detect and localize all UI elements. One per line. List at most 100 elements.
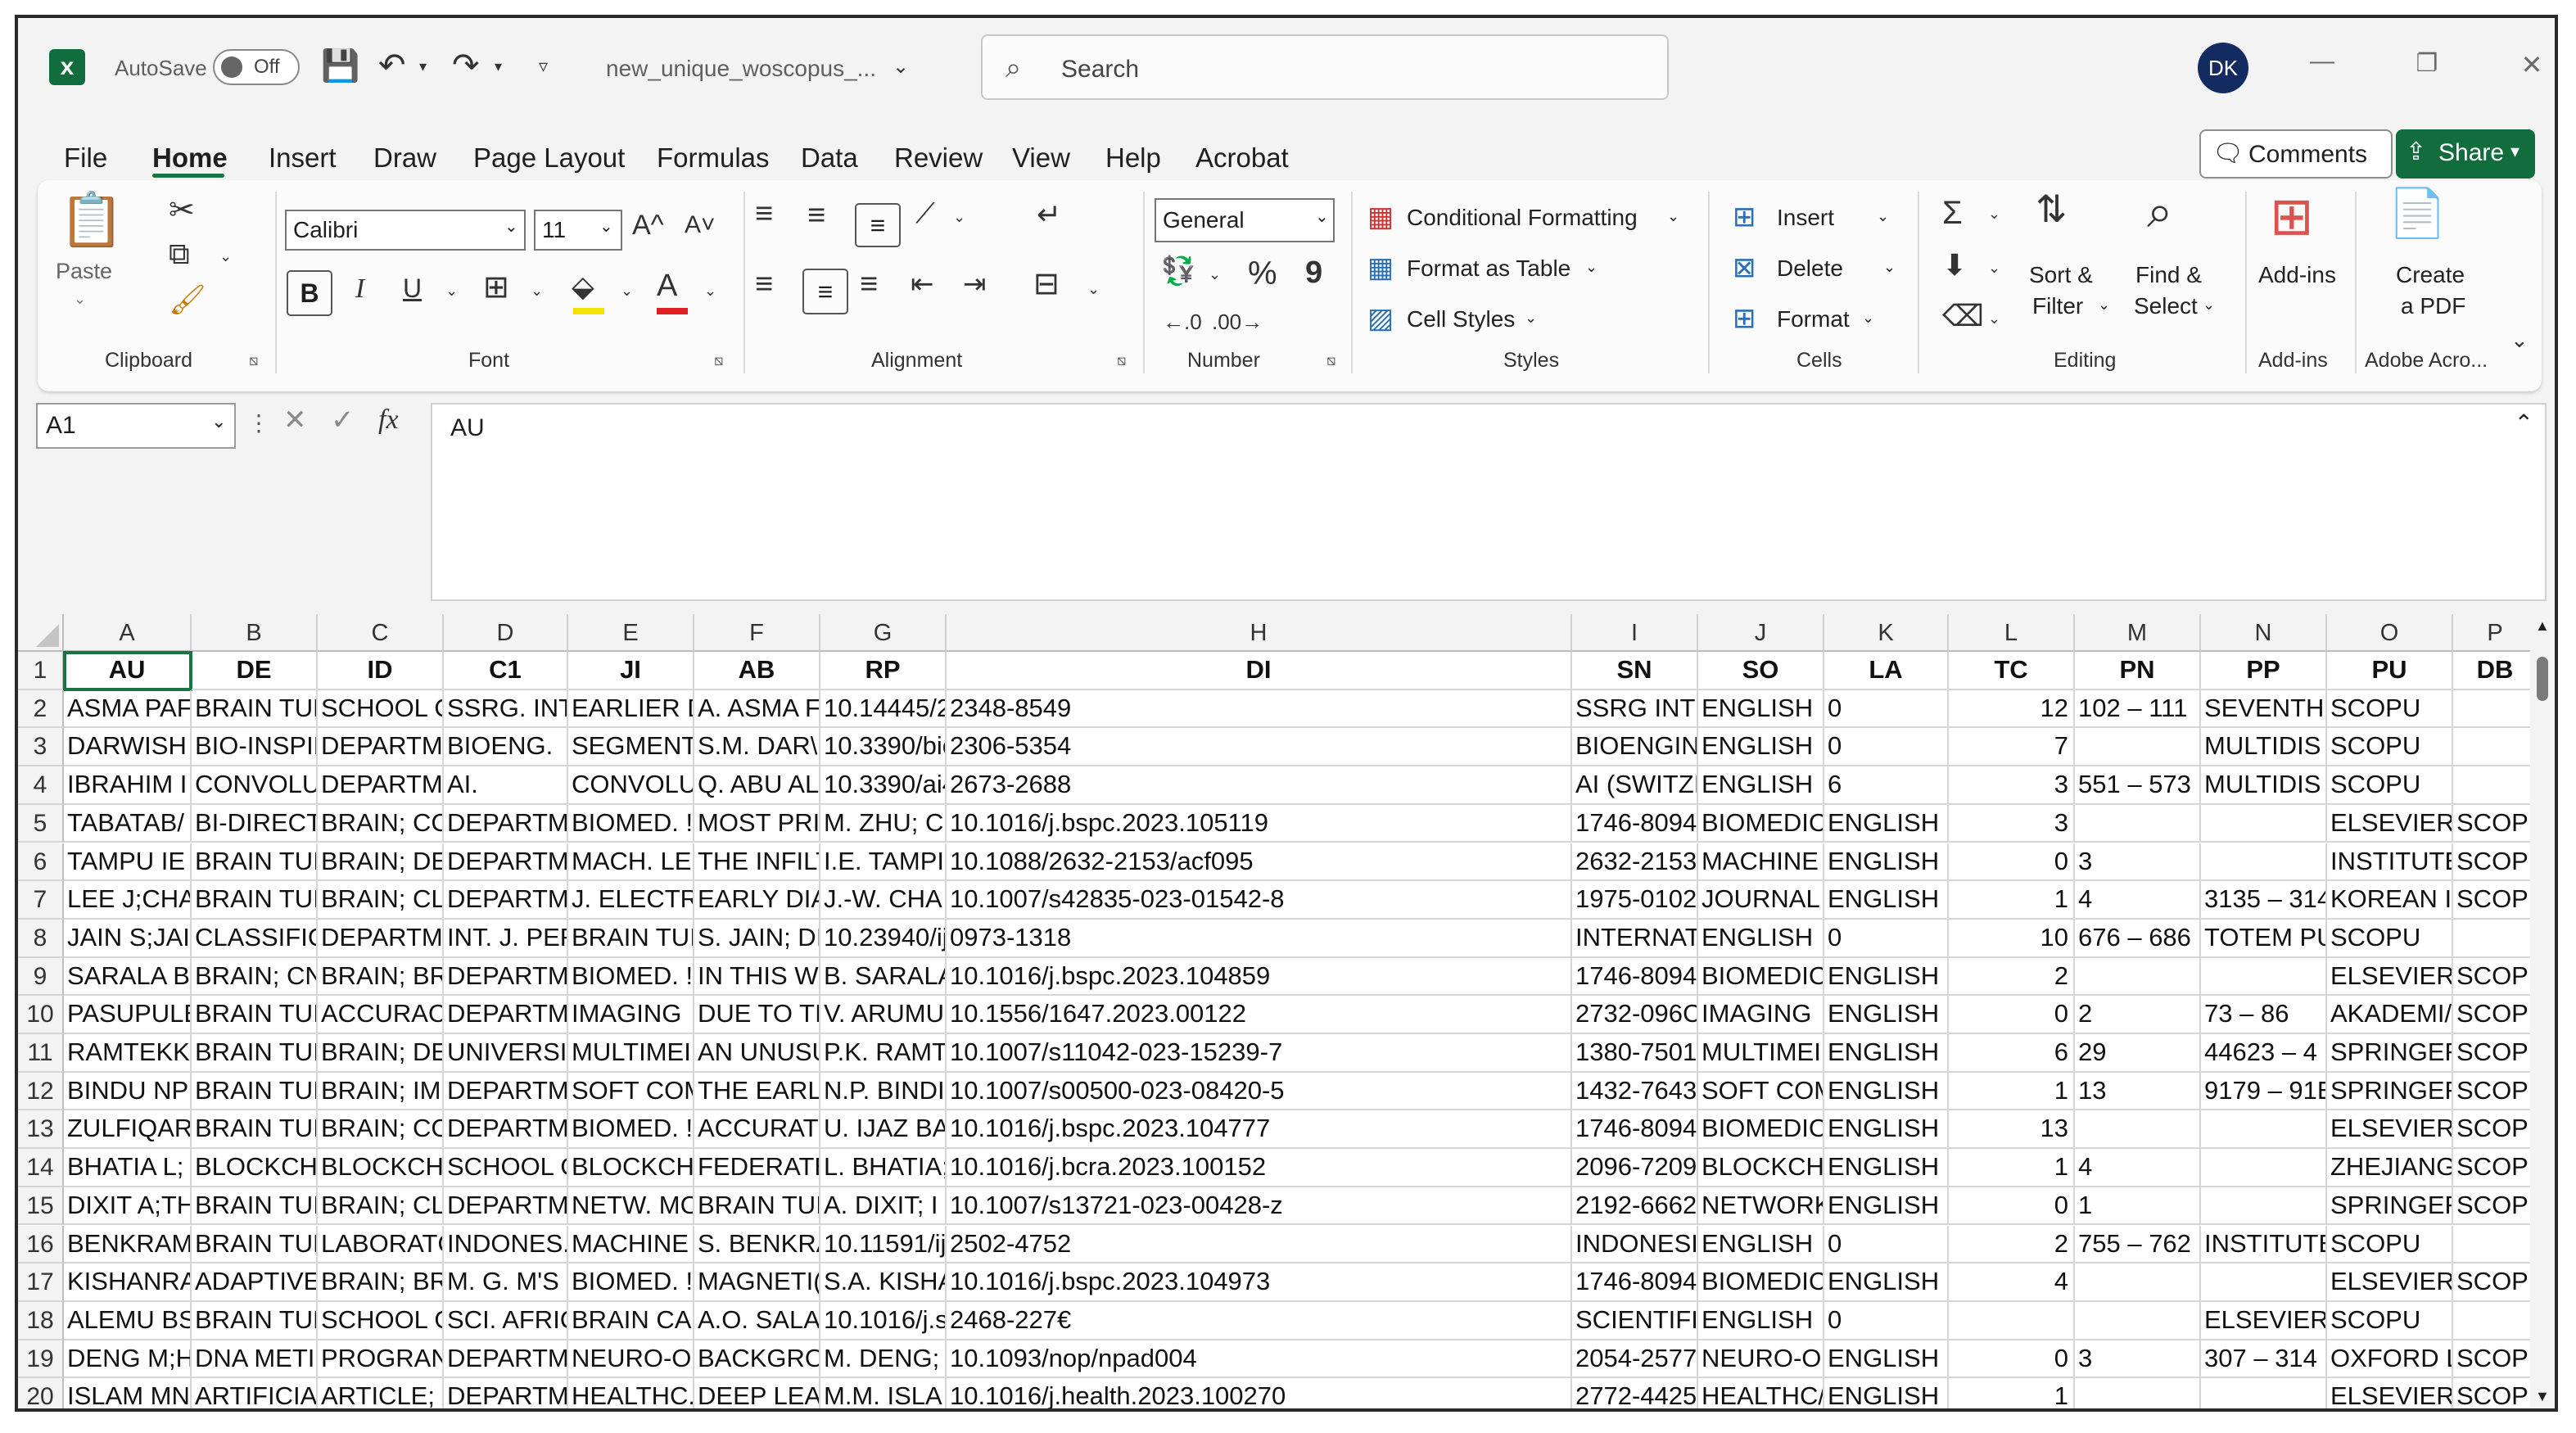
borders-icon[interactable]: ⊞	[483, 272, 509, 303]
shrink-font-icon[interactable]: A˅	[685, 213, 716, 237]
table-cell[interactable]: 6	[1949, 1034, 2075, 1073]
clear-icon[interactable]: ⌫	[1942, 301, 1984, 331]
table-cell[interactable]: CONVOLUTIONAL NE	[192, 766, 318, 805]
column-header-h[interactable]: H	[947, 614, 1572, 652]
table-cell[interactable]: DEEP LEAF	[694, 1378, 820, 1408]
table-cell[interactable]: DEPARTM	[318, 919, 444, 958]
insert-cells-button[interactable]: Insert	[1777, 205, 1834, 231]
comments-button[interactable]: 🗨 Comments	[2199, 129, 2393, 179]
merge-dropdown-icon[interactable]: ⌄	[1087, 282, 1100, 296]
table-cell[interactable]: 12	[1949, 689, 2075, 729]
table-cell[interactable]: DEPARTM	[444, 804, 568, 843]
percent-style-icon[interactable]: %	[1248, 257, 1277, 290]
filename-chevron-icon[interactable]: ⌄	[893, 57, 909, 77]
cell-styles-icon[interactable]: ▨	[1367, 305, 1394, 332]
table-cell[interactable]: U. IJAZ BA	[820, 1110, 947, 1150]
table-cell[interactable]: MULTIMEI	[1698, 1034, 1824, 1073]
cell-styles-button[interactable]: Cell Styles	[1407, 306, 1515, 332]
create-pdf-label-2[interactable]: a PDF	[2401, 293, 2465, 319]
table-cell[interactable]	[2075, 728, 2201, 767]
table-cell[interactable]: UNIVERSIT	[444, 1034, 568, 1073]
scroll-up-icon[interactable]: ▲	[2535, 617, 2550, 635]
table-cell[interactable]: BIOENG.	[444, 728, 568, 767]
table-cell[interactable]: 10.1556/1647.2023.00122	[947, 996, 1572, 1034]
table-cell[interactable]: 1432-7643	[1572, 1072, 1698, 1111]
table-cell[interactable]: ELSEVIER I	[2327, 1110, 2453, 1150]
table-cell[interactable]: BRAIN TUMOUR; COI	[192, 689, 318, 729]
format-cells-dropdown-icon[interactable]: ⌄	[1862, 310, 1874, 327]
table-cell[interactable]: 29	[2075, 1034, 2201, 1073]
row-header[interactable]: 8	[18, 919, 64, 958]
row-header[interactable]: 3	[18, 728, 64, 767]
table-cell[interactable]: BRAIN; CL	[318, 1187, 444, 1226]
table-cell[interactable]: MOST PRI	[694, 804, 820, 843]
table-cell[interactable]: AI (SWITZI	[1572, 766, 1698, 805]
table-cell[interactable]: BRAIN; CC	[318, 1110, 444, 1150]
name-box[interactable]: A1	[36, 403, 236, 449]
add-ins-button[interactable]: Add-ins	[2258, 262, 2336, 288]
table-cell[interactable]: DEPARTM	[444, 1072, 568, 1111]
table-cell[interactable]: 3	[2075, 843, 2201, 882]
row-header[interactable]: 17	[18, 1263, 64, 1302]
table-cell[interactable]: SSRG INTE	[1572, 689, 1698, 729]
table-cell[interactable]: AI.	[444, 766, 568, 805]
row-header[interactable]: 9	[18, 957, 64, 997]
table-cell[interactable]	[2453, 1225, 2538, 1264]
save-icon[interactable]: 💾	[321, 51, 359, 82]
header-cell-ji[interactable]: JI	[568, 652, 694, 690]
table-cell[interactable]: ENGLISH	[1824, 843, 1949, 882]
avatar[interactable]: DK	[2198, 43, 2248, 93]
vertical-scrollbar[interactable]: ▲ ▼	[2530, 614, 2555, 1408]
table-cell[interactable]: BRAIN TUI	[192, 1110, 318, 1150]
table-cell[interactable]: MAGNETI(	[694, 1263, 820, 1302]
fill-icon[interactable]: ⬇	[1942, 251, 1967, 280]
search-box[interactable]: ⌕ Search	[981, 34, 1669, 100]
paste-dropdown-icon[interactable]: ⌄	[74, 292, 86, 306]
conditional-formatting-button[interactable]: Conditional Formatting	[1407, 205, 1638, 231]
comma-style-icon[interactable]: 9	[1305, 257, 1322, 288]
add-ins-icon[interactable]: ⊞	[2270, 190, 2314, 242]
table-cell[interactable]: IN THIS W	[694, 957, 820, 997]
select-all-corner[interactable]	[18, 614, 64, 652]
formula-bar-grip-icon[interactable]: ⋮	[247, 409, 270, 436]
table-cell[interactable]: DARWISH	[64, 728, 192, 767]
table-cell[interactable]: 10.1016/j.bspc.2023.105119	[947, 804, 1572, 843]
underline-button[interactable]: U	[403, 275, 422, 301]
table-cell[interactable]: INDONESI.	[1572, 1225, 1698, 1264]
table-cell[interactable]: 2468-227€	[947, 1301, 1572, 1340]
table-cell[interactable]	[1949, 1301, 2075, 1340]
table-cell[interactable]: BIO-INSPIRED CLUST	[192, 728, 318, 767]
table-cell[interactable]: ENGLISH	[1698, 1225, 1824, 1264]
fill-color-dropdown-icon[interactable]: ⌄	[621, 283, 633, 298]
table-cell[interactable]	[2075, 1378, 2201, 1408]
table-cell[interactable]: BRAIN TUMORS; COI	[192, 1225, 318, 1264]
row-header[interactable]: 1	[18, 652, 64, 690]
table-cell[interactable]: 2772-4425	[1572, 1378, 1698, 1408]
table-cell[interactable]: BI-DIRECT	[192, 804, 318, 843]
row-header[interactable]: 2	[18, 689, 64, 729]
table-cell[interactable]: IBRAHIM I	[64, 766, 192, 805]
paste-icon[interactable]: 📋	[59, 193, 124, 246]
table-cell[interactable]: 0	[1824, 1301, 1949, 1340]
table-cell[interactable]: ENGLISH	[1698, 766, 1824, 805]
table-cell[interactable]: 13	[1949, 1110, 2075, 1150]
create-pdf-label-1[interactable]: Create	[2396, 262, 2465, 288]
row-header[interactable]: 5	[18, 804, 64, 843]
table-cell[interactable]: DEPARTM	[444, 1110, 568, 1150]
header-cell-pp[interactable]: PP	[2201, 652, 2327, 690]
table-cell[interactable]: BRAIN TUI	[192, 1187, 318, 1226]
column-header-j[interactable]: J	[1698, 614, 1824, 652]
decrease-indent-icon[interactable]: ⇤	[911, 270, 934, 298]
merge-center-icon[interactable]: ⊟	[1033, 269, 1060, 300]
table-cell[interactable]: PROGRAN	[318, 1340, 444, 1379]
table-cell[interactable]: KISHANRA	[64, 1263, 192, 1302]
row-header[interactable]: 10	[18, 996, 64, 1034]
row-header[interactable]: 12	[18, 1072, 64, 1111]
menu-insert[interactable]: Insert	[269, 142, 337, 174]
table-cell[interactable]: ALEMU BS	[64, 1301, 192, 1340]
table-cell[interactable]: SCHOOL O	[318, 1301, 444, 1340]
table-cell[interactable]: 10.1016/j.bspc.2023.104777	[947, 1110, 1572, 1150]
table-cell[interactable]: ENGLISH	[1824, 996, 1949, 1034]
table-cell[interactable]: 3	[1949, 766, 2075, 805]
header-cell-ab[interactable]: AB	[694, 652, 820, 690]
